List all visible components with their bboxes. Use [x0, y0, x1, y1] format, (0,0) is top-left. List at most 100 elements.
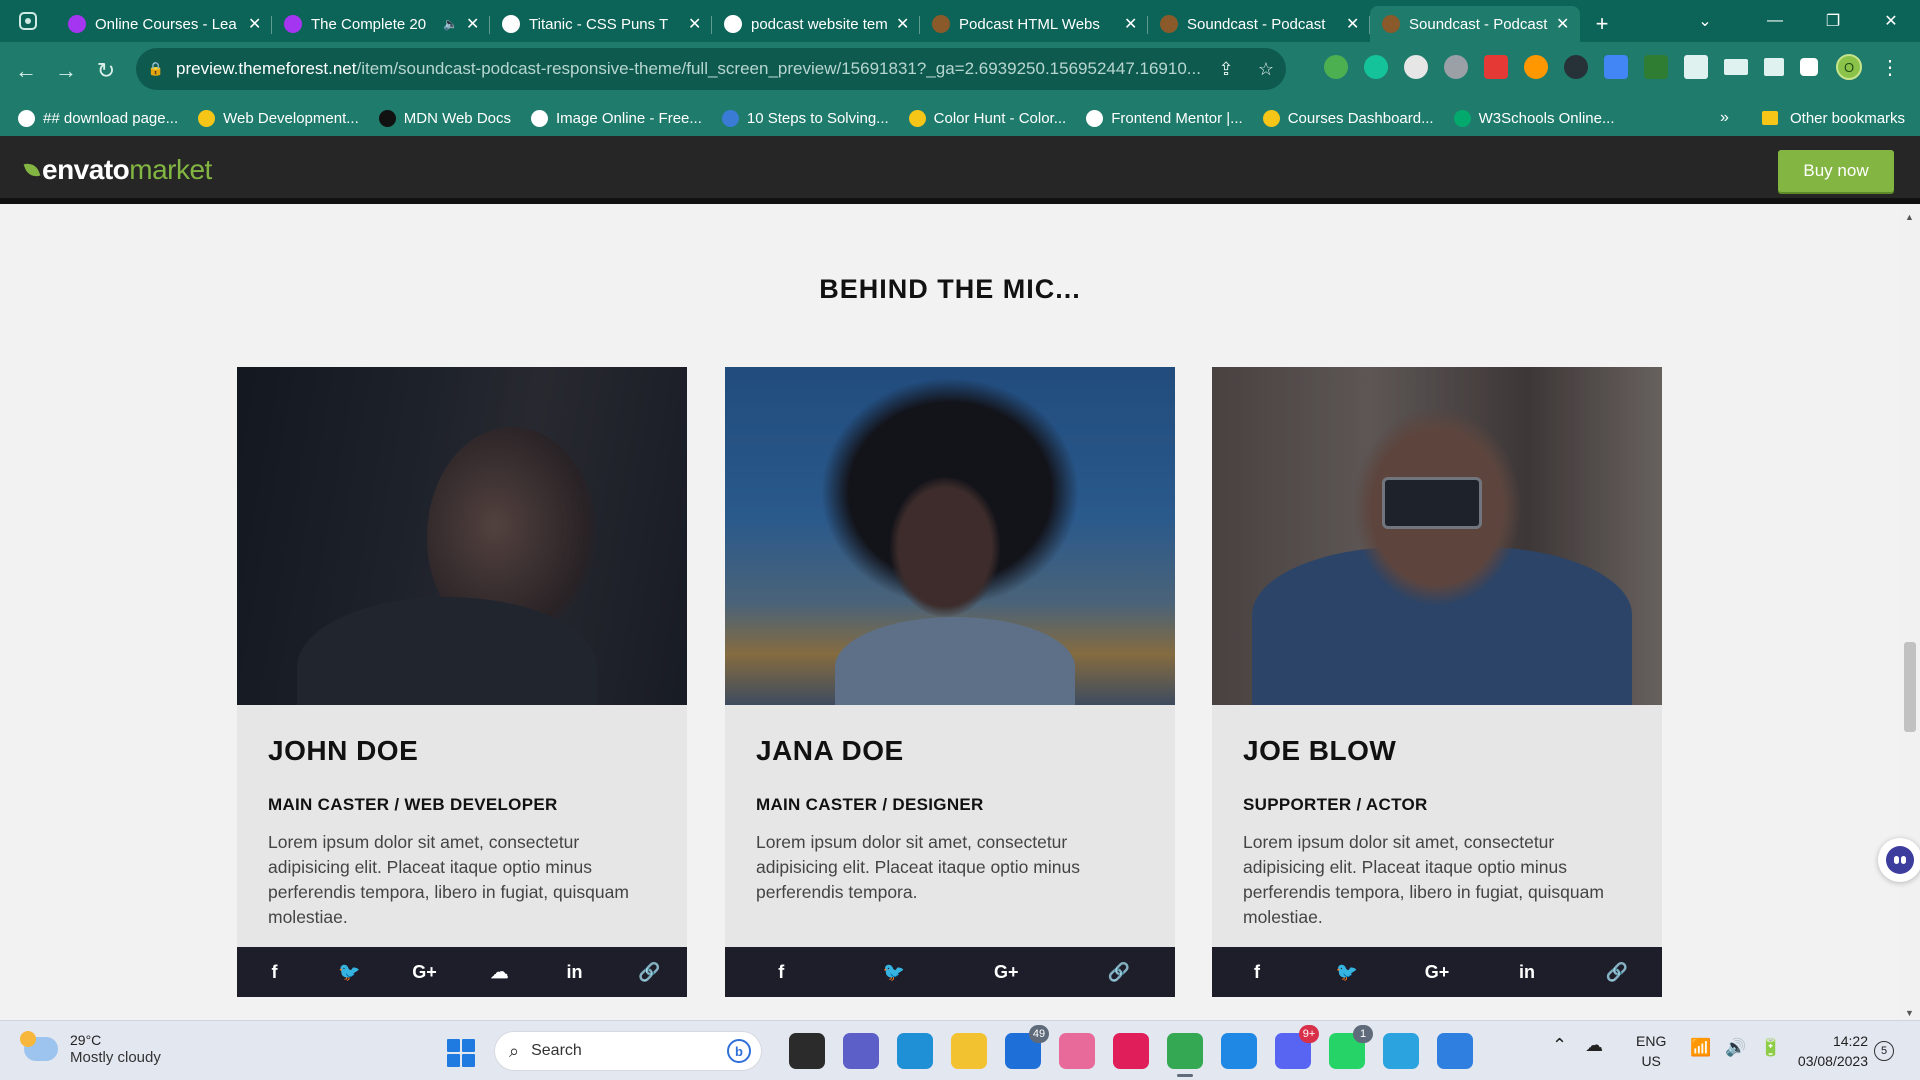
- new-tab-button[interactable]: +: [1580, 6, 1624, 42]
- chat-widget-button[interactable]: [1878, 838, 1920, 882]
- quick-settings[interactable]: 📶 🔊 🔋: [1690, 1038, 1796, 1058]
- bookmark-item[interactable]: Image Online - Free...: [531, 109, 702, 127]
- file-explorer-taskbar-icon[interactable]: [951, 1033, 987, 1069]
- tab-search-dropdown-icon[interactable]: ⌄: [1676, 11, 1734, 31]
- clock[interactable]: 14:22 03/08/2023: [1788, 1031, 1868, 1071]
- other-bookmarks-folder[interactable]: Other bookmarks: [1762, 110, 1905, 127]
- side-panel-icon[interactable]: [1800, 58, 1818, 76]
- bookmark-item[interactable]: MDN Web Docs: [378, 109, 511, 127]
- scroll-up-arrow[interactable]: ▲: [1905, 212, 1914, 222]
- bookmark-item[interactable]: Frontend Mentor |...: [1086, 109, 1243, 127]
- mail-taskbar-icon[interactable]: 49: [1005, 1025, 1049, 1069]
- close-tab-icon[interactable]: ✕: [896, 14, 910, 34]
- grammarly-extension-icon[interactable]: [1364, 55, 1388, 79]
- linkedin-icon[interactable]: in: [1482, 947, 1572, 997]
- back-button[interactable]: ←: [6, 58, 46, 84]
- close-tab-icon[interactable]: ✕: [1556, 14, 1570, 34]
- soundcloud-icon[interactable]: ☁: [462, 947, 537, 997]
- twitter-icon[interactable]: 🐦: [838, 947, 951, 997]
- chrome-taskbar-icon[interactable]: [1167, 1033, 1203, 1077]
- close-window-button[interactable]: ✕: [1862, 11, 1920, 31]
- bookmark-item[interactable]: Courses Dashboard...: [1262, 109, 1434, 127]
- task-view-taskbar-icon[interactable]: [789, 1033, 825, 1069]
- tree-extension-icon[interactable]: [1324, 55, 1348, 79]
- bookmark-item[interactable]: W3Schools Online...: [1453, 109, 1615, 127]
- twitter-icon[interactable]: 🐦: [312, 947, 387, 997]
- windows-start-icon[interactable]: [447, 1039, 475, 1067]
- pdf-extension-icon[interactable]: [1484, 55, 1508, 79]
- screen-extension-icon[interactable]: [1644, 55, 1668, 79]
- vscode-taskbar-icon[interactable]: [1221, 1033, 1257, 1069]
- snipping-tool-taskbar-icon[interactable]: [1437, 1033, 1473, 1069]
- forward-button[interactable]: →: [46, 58, 86, 84]
- facebook-icon[interactable]: f: [725, 947, 838, 997]
- browser-tab[interactable]: Podcast HTML Webs ✕: [920, 6, 1148, 42]
- envato-market-logo[interactable]: envato market: [23, 154, 212, 186]
- weather-widget[interactable]: 29°C Mostly cloudy: [20, 1031, 161, 1067]
- close-tab-icon[interactable]: ✕: [1124, 14, 1138, 34]
- reading-list-icon[interactable]: [1724, 59, 1748, 75]
- close-tab-icon[interactable]: ✕: [688, 14, 702, 34]
- notification-badge[interactable]: 5: [1874, 1041, 1894, 1061]
- bing-icon[interactable]: b: [727, 1039, 751, 1063]
- openai-extension-icon[interactable]: [1564, 55, 1588, 79]
- bookmark-item[interactable]: 10 Steps to Solving...: [721, 109, 889, 127]
- minimize-button[interactable]: —: [1746, 12, 1804, 30]
- browser-tab[interactable]: Soundcast - Podcast ✕: [1370, 6, 1580, 42]
- language-indicator[interactable]: ENG US: [1636, 1031, 1666, 1071]
- bookmark-item[interactable]: Color Hunt - Color...: [908, 109, 1066, 127]
- download-icon[interactable]: [1764, 58, 1784, 76]
- close-tab-icon[interactable]: ✕: [248, 14, 262, 34]
- scroll-down-arrow[interactable]: ▼: [1905, 1008, 1914, 1018]
- tab-audio-icon[interactable]: 🔈: [443, 17, 458, 31]
- slack-taskbar-icon[interactable]: [1113, 1033, 1149, 1069]
- whatsapp-taskbar-icon[interactable]: 1: [1329, 1025, 1373, 1069]
- google-plus-icon[interactable]: G+: [387, 947, 462, 997]
- puzzle-extensions-icon[interactable]: [1684, 55, 1708, 79]
- photos-taskbar-icon[interactable]: [1059, 1033, 1095, 1069]
- close-tab-icon[interactable]: ✕: [1346, 14, 1360, 34]
- linkedin-icon[interactable]: in: [537, 947, 612, 997]
- more-bookmarks-button[interactable]: »: [1720, 109, 1729, 127]
- restore-button[interactable]: ❐: [1804, 11, 1862, 31]
- tab-search-icon[interactable]: [0, 0, 56, 42]
- profile-avatar[interactable]: O: [1836, 54, 1862, 80]
- scrollbar-thumb[interactable]: [1904, 642, 1916, 732]
- wappalyzer-extension-icon[interactable]: [1404, 55, 1428, 79]
- show-hidden-icons-chevron[interactable]: ⌃: [1552, 1035, 1567, 1056]
- close-tab-icon[interactable]: ✕: [466, 14, 480, 34]
- lock-icon[interactable]: 🔒: [136, 61, 176, 77]
- address-bar[interactable]: 🔒 preview.themeforest.net/item/soundcast…: [136, 48, 1286, 90]
- bookmark-star-icon[interactable]: ☆: [1246, 59, 1286, 80]
- translate-extension-icon[interactable]: [1604, 55, 1628, 79]
- facebook-icon[interactable]: f: [237, 947, 312, 997]
- onedrive-cloud-icon[interactable]: ☁: [1585, 1035, 1603, 1056]
- browser-tab[interactable]: Soundcast - Podcast ✕: [1148, 6, 1370, 42]
- google-plus-icon[interactable]: G+: [950, 947, 1063, 997]
- browser-tab[interactable]: podcast website tem ✕: [712, 6, 920, 42]
- telegram-taskbar-icon[interactable]: [1383, 1033, 1419, 1069]
- page-scrollbar[interactable]: ▲ ▼: [1900, 210, 1920, 1020]
- chrome-menu-icon[interactable]: ⋮: [1880, 55, 1900, 80]
- discord-taskbar-icon[interactable]: 9+: [1275, 1025, 1319, 1069]
- taskbar-search-box[interactable]: ⌕ Search b: [494, 1031, 762, 1071]
- reload-button[interactable]: ↻: [86, 58, 126, 84]
- facebook-icon[interactable]: f: [1212, 947, 1302, 997]
- twitter-icon[interactable]: 🐦: [1302, 947, 1392, 997]
- browser-tab[interactable]: The Complete 20 🔈 ✕: [272, 6, 490, 42]
- link-icon[interactable]: 🔗: [1063, 947, 1176, 997]
- bookmark-item[interactable]: Web Development...: [198, 109, 359, 127]
- colorzilla-extension-icon[interactable]: [1524, 55, 1548, 79]
- share-icon[interactable]: ⇪: [1206, 59, 1246, 80]
- link-icon[interactable]: 🔗: [612, 947, 687, 997]
- browser-tab[interactable]: Online Courses - Lea ✕: [56, 6, 272, 42]
- eyedropper-extension-icon[interactable]: [1444, 55, 1468, 79]
- buy-now-button[interactable]: Buy now: [1778, 150, 1894, 192]
- edge-taskbar-icon[interactable]: [897, 1033, 933, 1069]
- url-text[interactable]: preview.themeforest.net/item/soundcast-p…: [176, 59, 1206, 79]
- teams-taskbar-icon[interactable]: [843, 1033, 879, 1069]
- browser-tab[interactable]: Titanic - CSS Puns T ✕: [490, 6, 712, 42]
- google-plus-icon[interactable]: G+: [1392, 947, 1482, 997]
- link-icon[interactable]: 🔗: [1572, 947, 1662, 997]
- bookmark-item[interactable]: ## download page...: [18, 109, 178, 127]
